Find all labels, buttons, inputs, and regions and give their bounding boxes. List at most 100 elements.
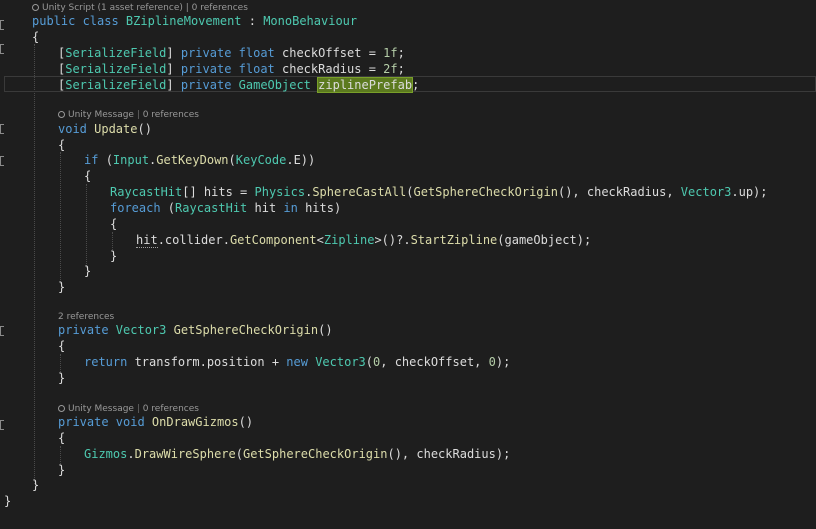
codelens-update-message[interactable]: Unity Message bbox=[68, 110, 134, 120]
code-line-close-update[interactable]: } bbox=[58, 279, 65, 295]
codelens-origin-refs[interactable]: 2 references bbox=[58, 312, 114, 322]
code-line-class-decl[interactable]: public class BZiplineMovement : MonoBeha… bbox=[32, 13, 357, 29]
code-line-hit-component[interactable]: hit.collider.GetComponent<Zipline>()?.St… bbox=[136, 232, 591, 248]
code-line-open-class[interactable]: { bbox=[32, 29, 39, 45]
keyword: private bbox=[173, 78, 239, 92]
codelens-update[interactable]: Unity Message | 0 references bbox=[58, 109, 199, 121]
punctuation: < bbox=[316, 233, 324, 247]
type-name: Zipline bbox=[323, 233, 375, 247]
punctuation: ); bbox=[495, 355, 511, 369]
brace: { bbox=[58, 339, 66, 353]
code-line-open-if[interactable]: { bbox=[84, 168, 91, 184]
fold-marker-gizmos[interactable] bbox=[0, 420, 4, 430]
base-class-name: MonoBehaviour bbox=[263, 14, 358, 28]
fold-marker-update[interactable] bbox=[0, 124, 4, 134]
brace: } bbox=[58, 280, 66, 294]
method-name: OnDrawGizmos bbox=[151, 415, 239, 429]
brace: { bbox=[110, 217, 118, 231]
identifier-with-hint[interactable]: hit bbox=[136, 233, 158, 248]
code-editor[interactable]: Unity Script (1 asset reference) | 0 ref… bbox=[0, 0, 816, 529]
punctuation: ( bbox=[228, 153, 236, 167]
fold-marker-class[interactable] bbox=[0, 20, 4, 30]
code-line-origin-decl[interactable]: private Vector3 GetSphereCheckOrigin() bbox=[58, 322, 333, 338]
brace: { bbox=[84, 169, 92, 183]
identifier: .up); bbox=[731, 185, 768, 199]
method-name: Update bbox=[94, 122, 138, 136]
keyword: void bbox=[58, 122, 95, 136]
brace: { bbox=[58, 431, 66, 445]
brace: } bbox=[58, 371, 66, 385]
identifier: , checkOffset, bbox=[380, 355, 489, 369]
codelens-update-refs[interactable]: 0 references bbox=[143, 110, 199, 120]
code-line-hits[interactable]: RaycastHit[] hits = Physics.SphereCastAl… bbox=[110, 184, 768, 200]
code-line-update-decl[interactable]: void Update() bbox=[58, 121, 152, 137]
punctuation: ( bbox=[105, 153, 113, 167]
punctuation: ] bbox=[166, 62, 174, 76]
selected-identifier[interactable]: ziplinePrefab bbox=[317, 77, 414, 93]
fold-marker-origin[interactable] bbox=[0, 326, 4, 336]
code-line-draw-wire-sphere[interactable]: Gizmos.DrawWireSphere(GetSphereCheckOrig… bbox=[84, 446, 510, 462]
identifier: hits) bbox=[297, 201, 342, 215]
number-literal: 2f bbox=[383, 62, 398, 76]
code-line-gizmos-decl[interactable]: private void OnDrawGizmos() bbox=[58, 414, 253, 430]
code-line-field-zipline-prefab[interactable]: [SerializeField] private GameObject zipl… bbox=[58, 77, 419, 93]
code-line-return[interactable]: return transform.position + new Vector3(… bbox=[84, 354, 510, 370]
code-line-field-check-radius[interactable]: [SerializeField] private float checkRadi… bbox=[58, 61, 405, 77]
indent-guide bbox=[60, 152, 61, 284]
keyword: in bbox=[283, 201, 298, 215]
fold-marker-if[interactable] bbox=[0, 156, 4, 166]
keyword: return bbox=[84, 355, 135, 369]
class-name: Input bbox=[112, 153, 150, 167]
keyword: private float bbox=[173, 46, 282, 60]
codelens-gizmos-message[interactable]: Unity Message bbox=[68, 404, 134, 414]
identifier: .collider. bbox=[157, 233, 230, 247]
number-literal: 0 bbox=[488, 355, 496, 369]
type-name: Vector3 bbox=[115, 323, 167, 337]
code-line-if[interactable]: if (Input.GetKeyDown(KeyCode.E)) bbox=[84, 152, 315, 168]
codelens-gizmos-refs[interactable]: 0 references bbox=[143, 404, 199, 414]
method-name: GetComponent bbox=[229, 233, 317, 247]
unity-icon bbox=[58, 111, 65, 118]
code-line-field-check-offset[interactable]: [SerializeField] private float checkOffs… bbox=[58, 45, 405, 61]
codelens-class-text[interactable]: Unity Script (1 asset reference) | 0 ref… bbox=[42, 3, 248, 13]
brace: } bbox=[58, 463, 66, 477]
identifier: checkRadius = bbox=[282, 62, 384, 76]
punctuation: () bbox=[137, 122, 152, 136]
identifier: (gameObject); bbox=[497, 233, 592, 247]
keyword: private bbox=[58, 323, 116, 337]
method-name: GetSphereCheckOrigin bbox=[413, 185, 558, 199]
class-name: Gizmos bbox=[84, 447, 128, 461]
type-name: RaycastHit bbox=[110, 185, 183, 199]
fold-marker-fields[interactable] bbox=[0, 44, 4, 54]
code-line-open-origin[interactable]: { bbox=[58, 338, 65, 354]
identifier: (), checkRadius, bbox=[557, 185, 681, 199]
brace: { bbox=[32, 30, 40, 44]
attribute-name: SerializeField bbox=[65, 78, 167, 92]
identifier: .E)) bbox=[286, 153, 316, 167]
code-line-close-origin[interactable]: } bbox=[58, 370, 65, 386]
code-line-open-update[interactable]: { bbox=[58, 137, 65, 153]
code-line-close-foreach[interactable]: } bbox=[110, 248, 117, 264]
code-line-foreach[interactable]: foreach (RaycastHit hit in hits) bbox=[110, 200, 341, 216]
code-line-open-gizmos[interactable]: { bbox=[58, 430, 65, 446]
code-line-close-gizmos[interactable]: } bbox=[58, 462, 65, 478]
code-line-close-namespace[interactable]: } bbox=[4, 493, 11, 509]
punctuation: () bbox=[238, 415, 254, 429]
punctuation: ; bbox=[412, 78, 420, 92]
class-name: Physics bbox=[254, 185, 306, 199]
punctuation: ( bbox=[365, 355, 374, 369]
code-line-close-if[interactable]: } bbox=[84, 263, 91, 279]
punctuation: ] bbox=[166, 78, 174, 92]
code-line-close-class[interactable]: } bbox=[32, 477, 39, 493]
method-name: StartZipline bbox=[410, 233, 498, 247]
indent-guide bbox=[34, 44, 35, 484]
unity-icon bbox=[58, 405, 65, 412]
punctuation: ( bbox=[167, 201, 176, 215]
method-name: DrawWireSphere bbox=[134, 447, 236, 461]
identifier: [] hits = bbox=[182, 185, 255, 199]
keyword: private void bbox=[58, 415, 152, 429]
type-name: RaycastHit bbox=[175, 201, 248, 215]
code-line-open-foreach[interactable]: { bbox=[110, 216, 117, 232]
unity-icon bbox=[32, 4, 39, 11]
